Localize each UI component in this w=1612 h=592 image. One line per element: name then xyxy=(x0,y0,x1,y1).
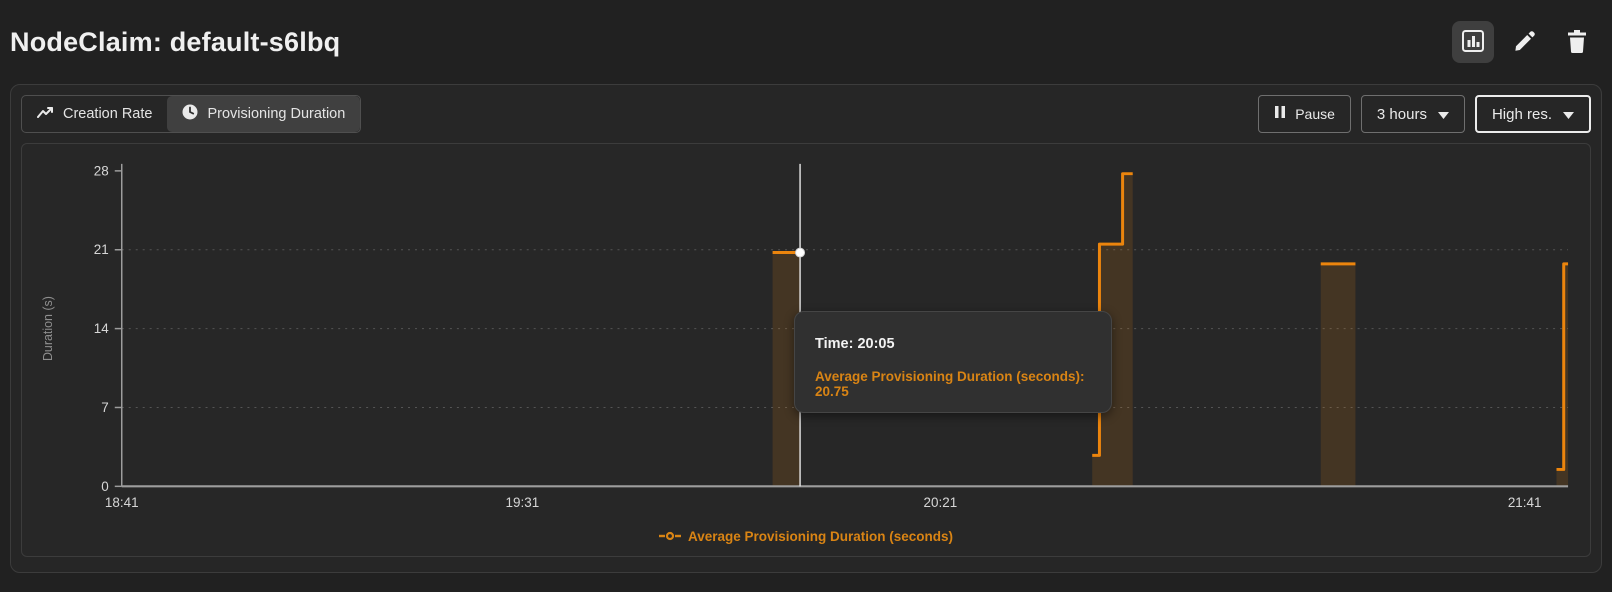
pause-icon xyxy=(1274,105,1286,123)
edit-icon xyxy=(1513,29,1537,56)
y-tick-label: 7 xyxy=(101,400,108,415)
tab-provisioning-duration[interactable]: Provisioning Duration xyxy=(167,96,360,132)
y-tick-label: 28 xyxy=(94,163,109,178)
caret-down-icon xyxy=(1438,106,1449,123)
metrics-panel: Creation Rate Provisioning Duration xyxy=(10,84,1602,573)
duration-chart-svg[interactable]: 0 7 14 21 28 18:41 19:31 20:21 21:41 Duration (s) xyxy=(22,144,1590,556)
pause-label: Pause xyxy=(1295,106,1335,122)
pause-button[interactable]: Pause xyxy=(1258,95,1351,133)
x-tick-label: 21:41 xyxy=(1508,495,1542,510)
metric-tab-group: Creation Rate Provisioning Duration xyxy=(21,95,361,133)
toolbar-right: Pause 3 hours High res. xyxy=(1258,95,1591,133)
clock-icon xyxy=(182,104,198,124)
y-tick-label: 21 xyxy=(94,242,109,257)
legend-label: Average Provisioning Duration (seconds) xyxy=(688,529,953,544)
duration-chart[interactable]: 0 7 14 21 28 18:41 19:31 20:21 21:41 Duration (s)… xyxy=(21,143,1591,557)
tab-creation-rate[interactable]: Creation Rate xyxy=(22,96,167,132)
tab-label: Creation Rate xyxy=(63,106,152,122)
page-title: NodeClaim: default-s6lbq xyxy=(10,27,340,58)
caret-down-icon xyxy=(1563,106,1574,123)
series-area xyxy=(773,253,800,487)
bar-chart-icon xyxy=(1460,28,1486,57)
chart-toolbar: Creation Rate Provisioning Duration xyxy=(21,95,1591,133)
time-range-value: 3 hours xyxy=(1377,106,1427,123)
x-tick-label: 20:21 xyxy=(924,495,958,510)
y-tick-label: 14 xyxy=(94,321,109,336)
time-range-dropdown[interactable]: 3 hours xyxy=(1361,95,1465,133)
delete-icon xyxy=(1566,29,1588,56)
delete-button[interactable] xyxy=(1556,21,1598,63)
legend-item[interactable]: Average Provisioning Duration (seconds) xyxy=(22,529,1590,544)
resolution-value: High res. xyxy=(1492,106,1552,123)
trend-line-icon xyxy=(37,106,54,123)
series-area xyxy=(1321,264,1356,487)
header: NodeClaim: default-s6lbq xyxy=(0,0,1612,84)
legend-marker-icon xyxy=(659,529,681,544)
resolution-dropdown[interactable]: High res. xyxy=(1475,95,1591,133)
x-tick-label: 18:41 xyxy=(105,495,139,510)
y-tick-label: 0 xyxy=(101,479,108,494)
tab-label: Provisioning Duration xyxy=(207,106,345,122)
x-tick-label: 19:31 xyxy=(506,495,540,510)
chart-view-button[interactable] xyxy=(1452,21,1494,63)
active-dot xyxy=(796,248,805,257)
y-axis-title: Duration (s) xyxy=(41,296,55,361)
edit-button[interactable] xyxy=(1504,21,1546,63)
header-actions xyxy=(1452,21,1598,63)
